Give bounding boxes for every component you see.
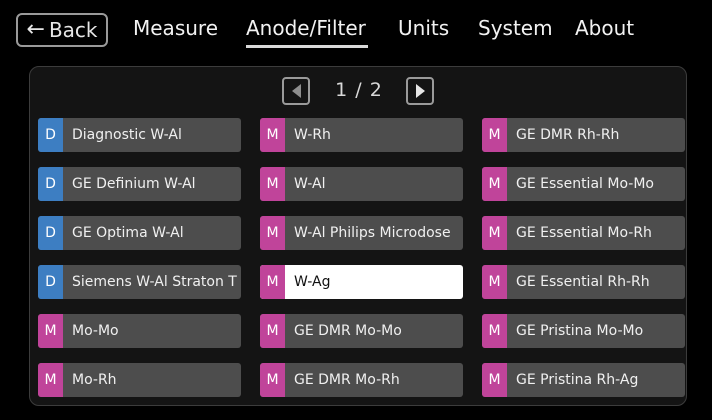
back-button-label: Back <box>48 18 98 42</box>
filter-type-badge: M <box>482 265 507 299</box>
filter-option-label: GE Essential Mo-Rh <box>516 225 652 241</box>
filter-option-selected[interactable]: M W-Ag <box>260 265 463 299</box>
filter-option-label: W-Rh <box>294 127 331 143</box>
filter-option[interactable]: M W-Rh <box>260 118 463 152</box>
filter-type-badge: M <box>482 363 507 397</box>
filter-option[interactable]: M Mo-Rh <box>38 363 241 397</box>
filter-option-label: GE DMR Mo-Mo <box>294 323 402 339</box>
anode-filter-grid: D Diagnostic W-Al M W-Rh M GE DMR Rh-Rh D GE De… <box>38 118 685 397</box>
filter-option[interactable]: M GE DMR Mo-Mo <box>260 314 463 348</box>
filter-option-label: Siemens W-Al Straton T <box>72 274 237 290</box>
filter-option-label: W-Ag <box>294 274 331 290</box>
filter-type-badge: M <box>482 216 507 250</box>
anode-filter-panel: 1 / 2 D Diagnostic W-Al M W-Rh M GE DMR Rh-Rh… <box>29 66 687 406</box>
filter-option-label: W-Al Philips Microdose <box>294 225 451 241</box>
filter-option[interactable]: M W-Al Philips Microdose <box>260 216 463 250</box>
tab-system[interactable]: System <box>478 16 553 40</box>
filter-option-label: W-Al <box>294 176 326 192</box>
filter-option-label: GE Pristina Rh-Ag <box>516 372 639 388</box>
filter-type-badge: M <box>260 167 285 201</box>
tab-measure[interactable]: Measure <box>133 16 218 40</box>
tab-units[interactable]: Units <box>398 16 449 40</box>
filter-type-badge: M <box>260 363 285 397</box>
filter-option-label: Mo-Rh <box>72 372 117 388</box>
filter-type-badge: M <box>482 314 507 348</box>
filter-option[interactable]: M GE Pristina Mo-Mo <box>482 314 685 348</box>
filter-option[interactable]: M GE Essential Mo-Rh <box>482 216 685 250</box>
filter-type-badge: D <box>38 265 63 299</box>
triangle-left-icon <box>291 84 301 98</box>
previous-page-button[interactable] <box>282 77 310 105</box>
top-navigation: ← Back Measure Anode/Filter Units System… <box>0 0 712 60</box>
filter-option-label: GE Essential Mo-Mo <box>516 176 654 192</box>
back-button[interactable]: ← Back <box>16 13 108 47</box>
filter-option[interactable]: D Siemens W-Al Straton T <box>38 265 241 299</box>
filter-type-badge: M <box>482 167 507 201</box>
filter-option-label: GE Pristina Mo-Mo <box>516 323 644 339</box>
page-indicator: 1 / 2 <box>335 79 383 101</box>
filter-option[interactable]: M GE Essential Rh-Rh <box>482 265 685 299</box>
filter-option[interactable]: D GE Optima W-Al <box>38 216 241 250</box>
filter-type-badge: D <box>38 216 63 250</box>
filter-type-badge: M <box>260 314 285 348</box>
filter-option-label: GE DMR Rh-Rh <box>516 127 620 143</box>
filter-option[interactable]: M GE DMR Rh-Rh <box>482 118 685 152</box>
filter-option-label: GE Essential Rh-Rh <box>516 274 650 290</box>
tab-about[interactable]: About <box>575 16 634 40</box>
arrow-left-icon: ← <box>26 17 45 42</box>
filter-option[interactable]: D Diagnostic W-Al <box>38 118 241 152</box>
filter-type-badge: D <box>38 167 63 201</box>
filter-option-label: Diagnostic W-Al <box>72 127 182 143</box>
filter-type-badge: M <box>260 265 285 299</box>
filter-option[interactable]: M Mo-Mo <box>38 314 241 348</box>
filter-option-label: GE Optima W-Al <box>72 225 184 241</box>
filter-option-label: GE DMR Mo-Rh <box>294 372 400 388</box>
filter-type-badge: M <box>260 216 285 250</box>
triangle-right-icon <box>415 84 425 98</box>
filter-type-badge: M <box>38 363 63 397</box>
filter-option[interactable]: M GE Pristina Rh-Ag <box>482 363 685 397</box>
pagination: 1 / 2 <box>30 77 686 105</box>
filter-type-badge: M <box>482 118 507 152</box>
next-page-button[interactable] <box>406 77 434 105</box>
filter-option[interactable]: M W-Al <box>260 167 463 201</box>
filter-option[interactable]: M GE DMR Mo-Rh <box>260 363 463 397</box>
filter-option[interactable]: D GE Definium W-Al <box>38 167 241 201</box>
filter-type-badge: M <box>38 314 63 348</box>
filter-option-label: GE Definium W-Al <box>72 176 196 192</box>
filter-option-label: Mo-Mo <box>72 323 119 339</box>
filter-type-badge: D <box>38 118 63 152</box>
filter-option[interactable]: M GE Essential Mo-Mo <box>482 167 685 201</box>
tab-anode-filter[interactable]: Anode/Filter <box>246 16 368 48</box>
filter-type-badge: M <box>260 118 285 152</box>
